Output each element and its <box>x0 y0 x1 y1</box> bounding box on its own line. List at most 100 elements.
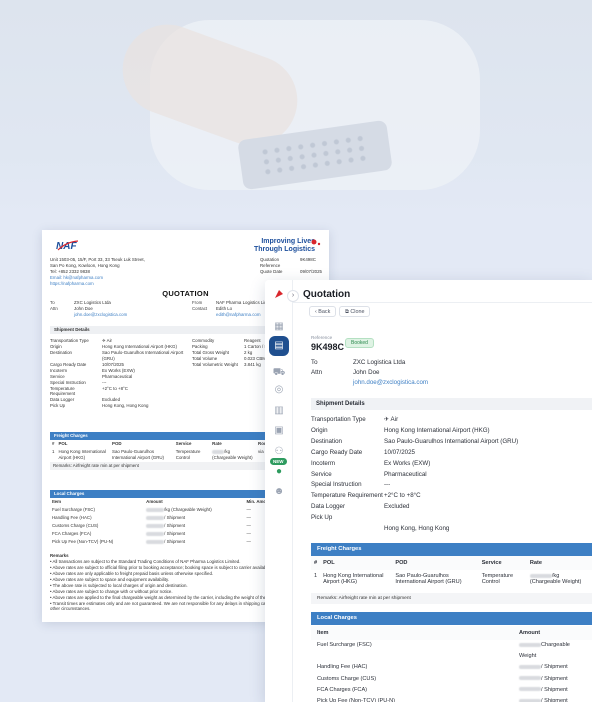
local-row: Fuel Surcharge (FSC) Chargeable Weight <box>311 640 592 662</box>
dashboard-icon[interactable]: ▦ <box>272 320 286 334</box>
detail-label: Destination <box>311 437 342 445</box>
freight-col-header: POD <box>112 441 122 446</box>
redacted-amount <box>146 531 165 536</box>
brand-logo-icon <box>275 290 283 298</box>
local-row: Customs Charge (CUS) / Shipment <box>311 674 592 685</box>
local-amount: Chargeable Weight <box>519 640 586 662</box>
local-amount: / Shipment <box>519 685 568 696</box>
detail-label: Temperature Requirement <box>50 385 76 397</box>
ref-value: 9K498C <box>300 257 316 262</box>
local-amount-text: / Shipment <box>541 675 568 682</box>
redacted-amount <box>212 449 225 454</box>
local-amount: / Shipment <box>519 662 568 673</box>
local-cell-text: FCA Charges (FCA) <box>52 530 92 536</box>
freight-col-header: Service <box>175 441 192 446</box>
reference-label: Reference <box>311 335 333 340</box>
to-block: To ZXC Logistics Ltda Attn John Doe john.d… <box>50 300 185 318</box>
detail-value: --- <box>384 481 391 489</box>
freight-cell: /kg (Chargeable Weight) <box>210 448 256 462</box>
explore-icon[interactable]: ◎ <box>272 383 286 397</box>
local-item: Customs Charge (CUS) <box>317 675 377 682</box>
tagline-line-2: Through Logistics <box>253 245 315 253</box>
detail-label: Destination <box>50 349 72 355</box>
main-content: Quotation ‹ Back ⧉ Clone Reference 9K498… <box>293 280 592 702</box>
detail-label: Pick Up <box>50 403 66 409</box>
detail-value: ✈ Air <box>384 416 399 423</box>
detail-row: Destination Sao Paulo-Guarulhos Internati… <box>311 437 592 448</box>
detail-label: Special Instruction <box>311 481 362 489</box>
logo-text: NAF <box>56 241 77 252</box>
website-link[interactable]: https://nafpharma.com <box>50 281 170 287</box>
shipment-icon[interactable]: ⛟ <box>272 366 286 380</box>
freight-charges-header: Freight Charges <box>311 543 592 556</box>
detail-value: Pharmaceutical <box>384 470 427 478</box>
freight-col-header: Service <box>478 556 527 570</box>
local-amount: / Shipment <box>519 674 568 685</box>
detail-value: 10/07/2025 <box>384 448 415 456</box>
detail-value: 3.841 kg <box>244 361 261 367</box>
local-cell: / Shipment <box>144 530 244 538</box>
back-button[interactable]: ‹ Back <box>309 306 337 317</box>
detail-row: Pick Up <box>311 513 592 524</box>
attn-email[interactable]: john.doe@zxclogistica.com <box>74 312 127 318</box>
freight-cell: Hong Kong International Airport (HKG) <box>320 570 392 588</box>
local-item: FCA Charges (FCA) <box>317 686 368 693</box>
detail-label: Incoterm <box>311 459 336 467</box>
attn-email-link[interactable]: john.doe@zxclogistica.com <box>353 379 428 386</box>
redacted-amount <box>146 539 165 544</box>
attn-label: Attn <box>311 368 323 376</box>
freight-remarks: Remarks: Airfreight rate min at per ship… <box>311 593 592 604</box>
contact-email[interactable]: edith@nafpharma.com <box>216 312 260 318</box>
freight-charges-table: # POL POD Service Rate 1 Hong Kong Internatio… <box>311 556 592 588</box>
redacted-amount <box>146 523 165 528</box>
local-amount-text: / Shipment <box>541 698 568 702</box>
freight-col-header: Rate <box>526 556 592 570</box>
attn-value: John Doe <box>353 368 380 376</box>
freight-cell-text: 1 <box>314 573 318 579</box>
redacted-amount <box>519 687 541 692</box>
detail-label: Pick Up <box>311 514 333 522</box>
detail-value: Hong Kong International Airport (HKG) <box>384 426 490 434</box>
detail-row: Hong Kong, Hong Kong <box>311 524 592 535</box>
local-cell-text: / Shipment <box>164 522 186 528</box>
quote-reference-box: Quotation Reference 9K498C Quote Date 09/0… <box>260 257 322 275</box>
ref-label: Quotation Reference <box>260 257 281 268</box>
local-cell-text: / Shipment <box>164 538 186 544</box>
building-icon[interactable]: ▥ <box>272 404 286 418</box>
freight-cell: Sao Paulo-Guarulhos International Airpor… <box>110 448 174 462</box>
users-icon[interactable]: ⚇ <box>272 445 286 459</box>
col-item: Item <box>317 630 329 636</box>
detail-label: Total Volumetric Weight <box>192 361 238 367</box>
profile-icon[interactable]: ☻ <box>272 485 286 499</box>
detail-value: +2°C to +8°C <box>102 385 128 391</box>
new-feature-icon[interactable]: ● <box>272 465 286 479</box>
sidebar-rail: ▦ ▤ ⛟ ◎ ▥ ▣ ⚇ NEW ● ☻ <box>265 280 293 702</box>
detail-label: Origin <box>311 426 328 434</box>
reports-icon[interactable]: ▣ <box>272 424 286 438</box>
clone-button[interactable]: ⧉ Clone <box>339 306 371 317</box>
local-item: Handling Fee (HAC) <box>317 664 368 671</box>
local-amount: / Shipment <box>519 696 568 702</box>
freight-cell: Temperature Control <box>479 570 527 588</box>
local-cell-text: Customs Charge (CUS) <box>52 522 99 528</box>
freight-cell-text: Temperature Control <box>175 448 201 460</box>
status-badge: Booked <box>345 338 374 348</box>
detail-row: Transportation Type ✈ Air <box>311 415 592 426</box>
detail-label: Service <box>311 470 332 478</box>
redacted-amount <box>519 642 541 647</box>
detail-label: Cargo Ready Date <box>311 448 363 456</box>
local-cell-text: Pick Up Fee (Non-TCV) (PU-N) <box>52 538 114 544</box>
redacted-amount <box>519 664 541 669</box>
detail-row: Origin Hong Kong International Airport (H… <box>311 426 592 437</box>
detail-value: Ex Works (EXW) <box>384 459 431 467</box>
quotation-nav-icon[interactable]: ▤ <box>269 336 289 356</box>
local-amount-text: / Shipment <box>541 664 568 671</box>
local-cell: Fuel Surcharge (FSC) <box>50 506 144 514</box>
shipment-details-left: Transportation Type ✈ Air Origin Hong Kong … <box>50 338 190 409</box>
quotation-app-window: ▦ ▤ ⛟ ◎ ▥ ▣ ⚇ NEW ● ☻ › Quotation ‹ Back… <box>265 280 592 702</box>
to-label: To <box>311 359 318 366</box>
local-cell-text: / Shipment <box>164 530 186 536</box>
detail-row: Data Logger Excluded <box>311 502 592 513</box>
brand-dots-icon <box>311 239 321 246</box>
detail-label: Temperature Requirement <box>311 492 383 500</box>
